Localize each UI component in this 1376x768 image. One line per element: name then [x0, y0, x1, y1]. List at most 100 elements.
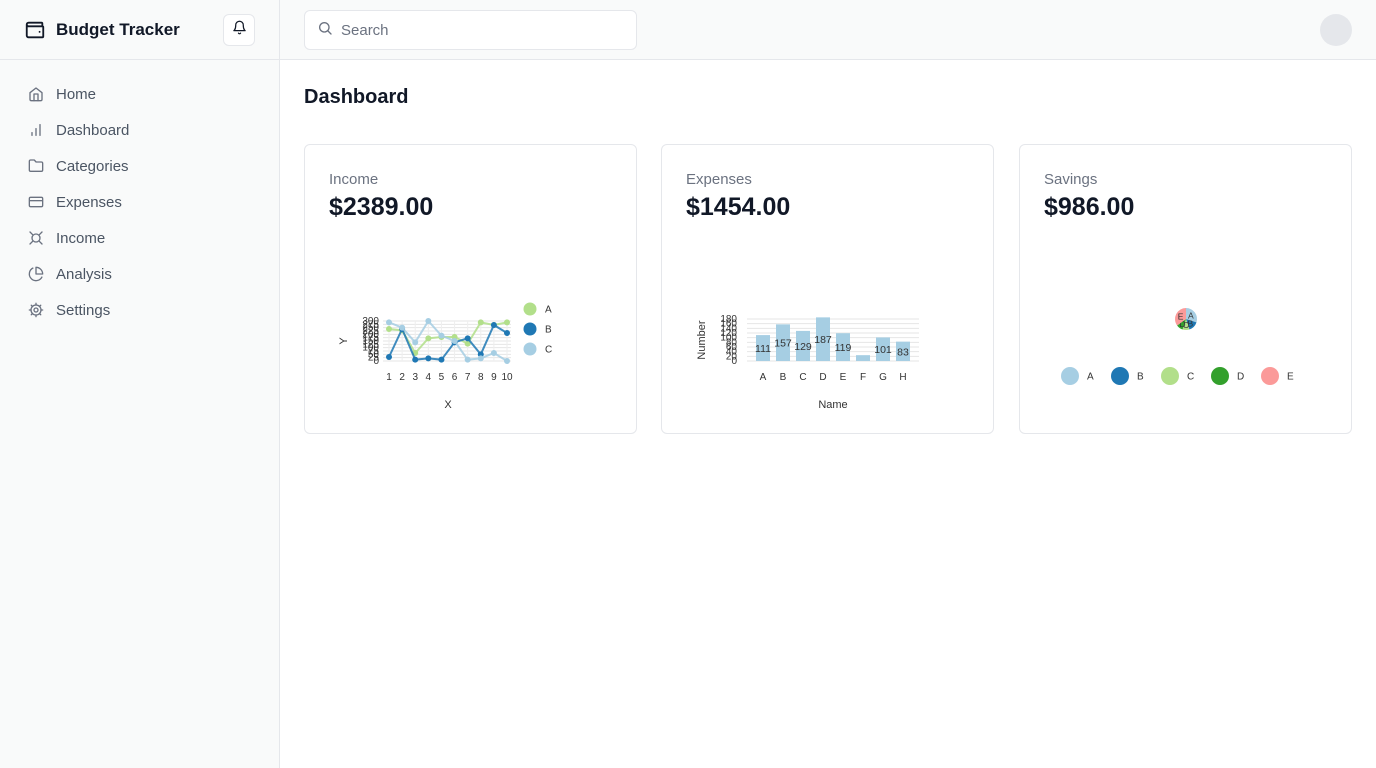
x-axis-label: Name: [818, 399, 847, 411]
legend-marker: [1261, 367, 1279, 385]
expenses-bar-chart: 020406080100120140160180111A157B129C187D…: [696, 314, 919, 411]
sidebar-item-label: Dashboard: [56, 121, 130, 139]
x-tick-label: A: [760, 372, 767, 383]
gear-icon: [28, 302, 44, 318]
search-box[interactable]: [304, 10, 637, 50]
bar-value-label: 83: [897, 346, 909, 358]
data-point: [386, 319, 392, 326]
avatar[interactable]: [1320, 14, 1352, 46]
data-point: [477, 355, 484, 362]
bar-value-label: 119: [835, 342, 852, 354]
data-point: [386, 326, 392, 332]
data-point: [425, 318, 432, 324]
data-point: [425, 355, 432, 362]
sidebar-item-settings[interactable]: Settings: [0, 292, 279, 328]
legend-label: E: [1287, 372, 1294, 383]
x-tick-label: 7: [465, 372, 471, 383]
sidebar-item-home[interactable]: Home: [0, 76, 279, 112]
y-axis-label: Y: [338, 337, 350, 345]
savings-card: Savings $986.00 ABCDEABCDE: [1019, 144, 1352, 434]
expenses-card: Expenses $1454.00 0 20 40 60 80 100 120 140 160 1…: [661, 144, 994, 434]
sidebar-item-income[interactable]: Income: [0, 220, 279, 256]
x-tick-label: 1: [386, 372, 392, 383]
legend-label: D: [1237, 372, 1244, 383]
x-tick-label: H: [899, 372, 906, 383]
pie-slice-label: E: [1178, 311, 1184, 321]
notifications-button[interactable]: [223, 14, 255, 46]
x-tick-label: F: [860, 372, 866, 383]
x-tick-label: D: [819, 372, 826, 383]
data-point: [490, 350, 497, 356]
sidebar-item-label: Home: [56, 85, 97, 103]
sidebar-item-label: Expenses: [56, 193, 122, 211]
legend-label: C: [545, 345, 552, 356]
savings-pie-chart: ABCDEA B C D E: [1061, 308, 1294, 385]
income-line-chart: 02550751001251501752002252502753001 2 3 4 5 6…: [338, 302, 552, 411]
y-tick-label: 300: [362, 316, 379, 327]
x-tick-label: C: [799, 372, 806, 383]
x-tick-label: 8: [478, 372, 484, 383]
sidebar-item-categories[interactable]: Categories: [0, 148, 279, 184]
sidebar-item-label: Analysis: [56, 265, 112, 283]
sidebar-item-label: Settings: [56, 301, 111, 319]
x-tick-label: 5: [439, 372, 445, 383]
data-point: [386, 354, 392, 360]
legend-label: B: [545, 325, 552, 336]
credit-card-icon: [28, 194, 44, 210]
data-point: [504, 330, 510, 336]
legend-marker: [523, 302, 537, 316]
legend-marker: [1211, 367, 1229, 385]
wallet-icon: [24, 19, 46, 41]
data-point: [438, 356, 445, 363]
x-tick-label: 3: [412, 372, 418, 383]
legend-marker: [523, 342, 537, 356]
legend-marker: [1161, 367, 1179, 385]
data-point: [490, 322, 497, 328]
folder-icon: [28, 158, 44, 174]
data-point: [504, 358, 510, 364]
search-icon: [317, 20, 333, 41]
top-bar: [280, 0, 1376, 60]
data-point: [412, 339, 419, 346]
data-point: [412, 356, 419, 363]
sidebar-item-analysis[interactable]: Analysis: [0, 256, 279, 292]
search-input[interactable]: [341, 21, 621, 39]
bar: [856, 355, 870, 361]
data-point: [464, 356, 471, 363]
x-tick-label: B: [780, 372, 787, 383]
bar-value-label: 157: [774, 338, 792, 350]
data-point: [451, 338, 458, 344]
x-tick-label: 2: [399, 372, 405, 383]
sidebar-item-label: Income: [56, 229, 106, 247]
x-tick-label: E: [840, 372, 847, 383]
sidebar-nav: Home Dashboard Categories Expenses Incom…: [0, 60, 279, 328]
x-tick-label: 6: [452, 372, 458, 383]
bar-chart-icon: [28, 122, 44, 138]
x-tick-label: 9: [491, 372, 497, 383]
legend-marker: [1061, 367, 1079, 385]
sidebar-item-label: Categories: [56, 157, 129, 175]
sidebar: Budget Tracker Home Dashboard Categories…: [0, 0, 280, 768]
legend-label: B: [1137, 372, 1144, 383]
home-icon: [28, 86, 44, 102]
legend-marker: [1111, 367, 1129, 385]
legend-label: C: [1187, 372, 1194, 383]
data-point: [399, 324, 406, 331]
income-card: Income $2389.00 0 25 50 75 100 125 150 175 200 22…: [304, 144, 637, 434]
data-point: [438, 332, 445, 339]
app-title: Budget Tracker: [56, 19, 180, 39]
sidebar-item-dashboard[interactable]: Dashboard: [0, 112, 279, 148]
bar-value-label: 129: [794, 341, 812, 353]
x-tick-label: 4: [426, 372, 432, 383]
data-point: [425, 335, 432, 342]
x-tick-label: G: [879, 372, 887, 383]
data-point: [504, 319, 510, 326]
brand-bar: Budget Tracker: [0, 0, 279, 60]
bar-value-label: 111: [755, 343, 771, 355]
data-point: [464, 335, 471, 342]
bar-value-label: 187: [814, 334, 832, 346]
legend-marker: [523, 322, 537, 336]
pie-chart-icon: [28, 266, 44, 282]
y-axis-label: Number: [696, 320, 708, 359]
sidebar-item-expenses[interactable]: Expenses: [0, 184, 279, 220]
